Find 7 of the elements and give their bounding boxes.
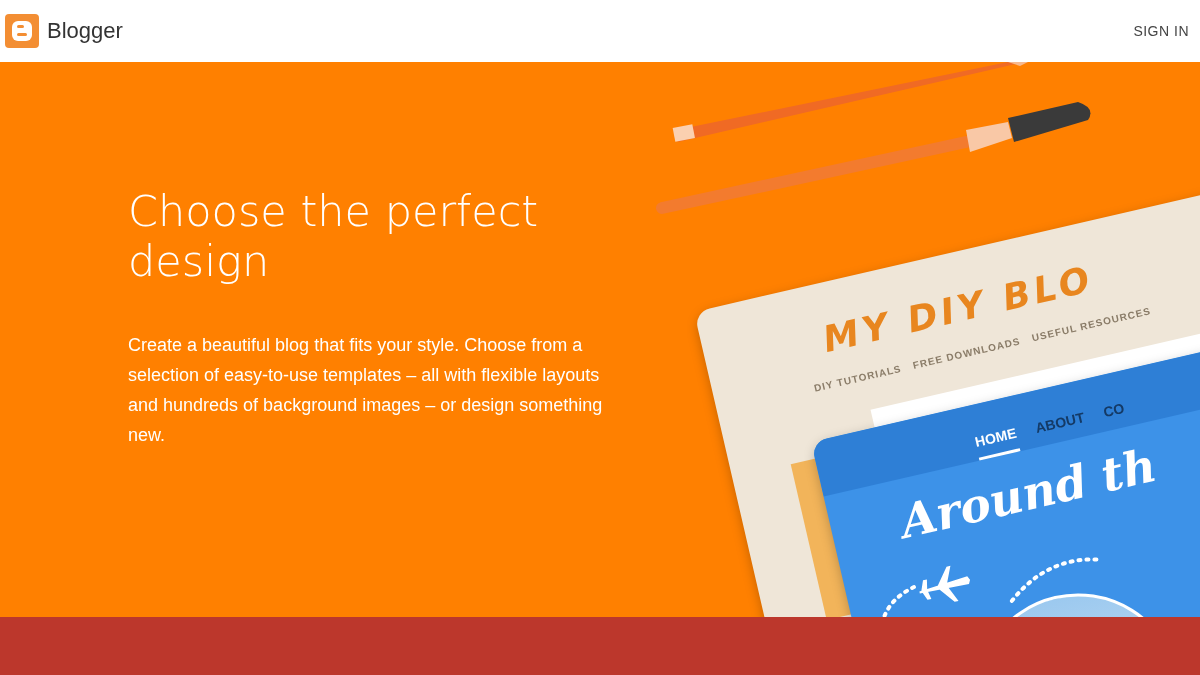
blogger-logo-icon <box>5 14 39 48</box>
hero-description: Create a beautiful blog that fits your style. Choose from a selection of easy-to-use templates – all with flexible layouts and hundreds of background images – or design something new. <box>128 334 604 447</box>
template-nav-label: ABOUT <box>1033 409 1087 438</box>
template-nav-label: CO <box>1101 399 1127 423</box>
brand-name: Blogger <box>47 18 123 44</box>
sign-in-link[interactable]: SIGN IN <box>1133 23 1189 39</box>
hero-heading: Choose the perfect design <box>128 186 540 286</box>
